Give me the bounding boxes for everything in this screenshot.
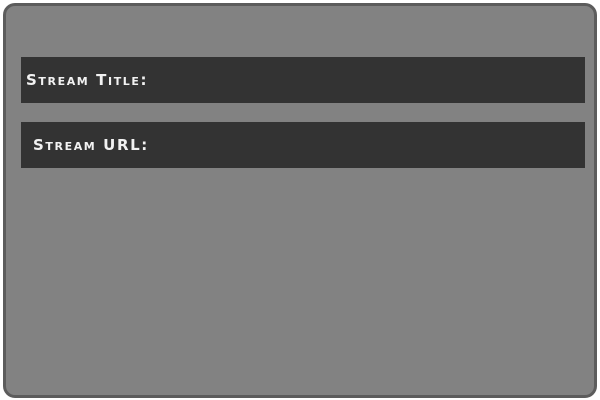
stream-url-label: Stream URL: <box>33 136 149 154</box>
stream-title-label: Stream Title: <box>26 71 149 89</box>
stream-info-panel: Stream Title: Stream URL: <box>3 3 597 398</box>
stream-url-row: Stream URL: <box>21 122 585 168</box>
stream-title-row: Stream Title: <box>21 57 585 103</box>
